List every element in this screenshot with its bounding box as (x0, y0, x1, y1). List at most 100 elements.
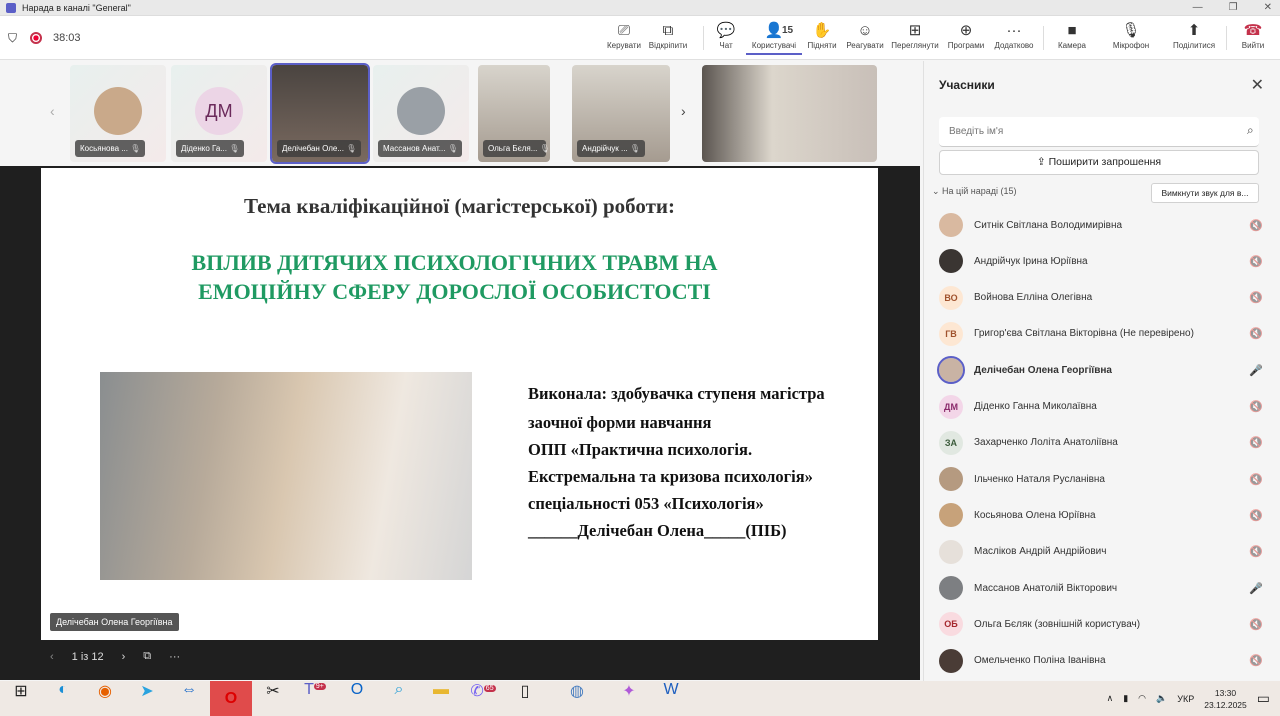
video-tile[interactable] (702, 65, 877, 162)
toolbar-share-button[interactable]: ⬆ Поділитися (1166, 21, 1222, 50)
participant-row[interactable]: Ільченко Наталя Русланівна 🔇 (939, 463, 1269, 495)
tiles-prev-button[interactable]: ‹ (50, 103, 55, 119)
share-invite-button[interactable]: ⇪ Поширити запрошення (939, 150, 1259, 175)
toolbar-label: Переглянути (891, 41, 939, 50)
participant-row[interactable]: Ситнік Світлана Володимирівна 🔇 (939, 209, 1269, 241)
viber-icon[interactable]: ✆ 65 (462, 681, 504, 716)
teams-logo-icon (6, 2, 16, 13)
video-tile[interactable]: Косьянова ... 🎙 (70, 65, 166, 162)
participant-name: Ситнік Світлана Володимирівна (974, 219, 1123, 231)
avatar: ЗА (939, 430, 963, 455)
close-window-button[interactable]: ✕ (1264, 2, 1272, 13)
teamviewer-icon[interactable]: ⇔ (168, 681, 210, 716)
tiles-next-button[interactable]: › (681, 103, 686, 119)
mic-off-icon: 🎙 (1121, 22, 1141, 39)
slide-grid-icon[interactable]: ⧉ (143, 650, 151, 663)
mic-off-icon: 🎙 (227, 144, 240, 153)
video-tile[interactable]: Массанов Анат... 🎙 (373, 65, 469, 162)
tile-name: Массанов Анат... (383, 144, 446, 153)
slide-info-line: Виконала: здобувачка ступеня магістра (528, 384, 825, 403)
windows-start-icon[interactable]: ⊞ (0, 681, 42, 716)
participant-row[interactable]: Омельченко Поліна Іванівна 🔇 (939, 645, 1269, 677)
prev-slide-button[interactable]: ‹ (50, 651, 54, 663)
participant-row[interactable]: Масліков Андрій Андрійович 🔇 (939, 536, 1269, 568)
toolbar-grid-button[interactable]: ⊞ Переглянути (887, 21, 943, 50)
video-tile[interactable]: Ольга Бєля... 🎙 (478, 65, 550, 162)
panel-title: Учасники (939, 78, 995, 92)
share-icon: ⇪ (1036, 156, 1049, 168)
slide-more-icon[interactable]: ··· (169, 651, 180, 663)
participant-row[interactable]: ДМ Діденко Ганна Миколаївна 🔇 (939, 391, 1269, 423)
mic-off-icon: 🎙 (445, 144, 458, 153)
slide-title: ВПЛИВ ДИТЯЧИХ ПСИХОЛОГІЧНИХ ТРАВМ НА ЕМОЦ… (41, 248, 878, 306)
toolbar-hang-up-button[interactable]: ☎ Вийти (1225, 21, 1280, 50)
copilot-icon[interactable]: ✦ (608, 681, 650, 716)
participant-row[interactable]: Делічебан Олена Георгіївна 🎤 (937, 354, 1269, 386)
section-header[interactable]: ⌄ На цій нараді (15) (932, 186, 1016, 197)
outlook-icon[interactable]: O (336, 681, 378, 716)
participant-row[interactable]: Андрійчук Ірина Юріївна 🔇 (939, 245, 1269, 277)
mic-off-icon: 🎙 (627, 144, 641, 153)
word-icon[interactable]: W (650, 681, 692, 716)
avatar: ОБ (939, 612, 963, 637)
toolbar-label: Додатково (994, 41, 1034, 50)
participant-row[interactable]: Косьянова Олена Юріївна 🔇 (939, 499, 1269, 531)
section-label: На цій нараді (15) (942, 186, 1017, 196)
toolbar-mic-off-button[interactable]: 🎙 Мікрофон (1103, 21, 1159, 50)
toolbar-camera-button[interactable]: ■ Камера (1044, 21, 1100, 50)
participant-name: Андрійчук Ірина Юріївна (974, 255, 1088, 267)
participant-name: Діденко Ганна Миколаївна (974, 401, 1097, 412)
avatar (939, 648, 963, 673)
slide-info-line: ОПП «Практична психологія. (528, 440, 753, 459)
clock[interactable]: 13:30 23.12.2025 (1204, 687, 1247, 711)
language-indicator[interactable]: УКР (1177, 694, 1194, 704)
participant-row[interactable]: ВО Войнова Елліна Олегівна 🔇 (939, 282, 1269, 314)
video-tile[interactable]: ДМ Діденко Га... 🎙 (171, 65, 267, 162)
toolbar-emoji-button[interactable]: ☺ Реагувати (837, 21, 893, 50)
volume-icon[interactable]: 🔈 (1156, 693, 1167, 704)
recording-icon (30, 32, 42, 44)
chevron-up-icon[interactable]: ∧ (1107, 693, 1114, 704)
firefox-icon[interactable]: ◉ (84, 681, 126, 716)
participant-row[interactable]: ГВ Григор'єва Світлана Вікторівна (Не пер… (939, 318, 1269, 350)
video-tile[interactable]: Делічебан Оле... 🎙 (270, 63, 370, 164)
more-icon: ··· (1006, 22, 1022, 39)
next-slide-button[interactable]: › (122, 651, 126, 663)
snipping-icon[interactable]: ✂ (252, 681, 294, 716)
file-icon[interactable]: ▯ (504, 681, 546, 716)
emoji-icon: ☺ (857, 22, 873, 39)
participant-row[interactable]: ЗА Захарченко Лоліта Анатоліївна 🔇 (939, 427, 1269, 459)
mute-all-button[interactable]: Вимкнути звук для в... (1151, 183, 1259, 203)
participant-search-input[interactable] (939, 117, 1259, 147)
maximize-button[interactable]: ❐ (1229, 2, 1238, 13)
mic-icon: 🎤 (1249, 582, 1263, 595)
wifi-icon[interactable]: ◠ (1138, 693, 1146, 704)
participant-row[interactable]: Массанов Анатолій Вікторович 🎤 (939, 572, 1269, 604)
mic-off-icon: 🔇 (1249, 655, 1263, 668)
tile-name: Ольга Бєля... (488, 144, 538, 153)
notifications-icon[interactable]: ▭ (1257, 690, 1270, 707)
hang-up-icon: ☎ (1243, 22, 1263, 39)
shield-icon[interactable]: ⛉ (8, 31, 17, 46)
file-explorer-icon[interactable]: ▬ (420, 681, 462, 716)
close-panel-button[interactable]: ✕ (1251, 75, 1264, 95)
video-tile[interactable]: Андрійчук ... 🎙 (572, 65, 670, 162)
telegram-icon[interactable]: ➤ (126, 681, 168, 716)
share-icon: ⬆ (1187, 22, 1201, 39)
edge-icon[interactable]: ◐ (42, 681, 84, 716)
search-app-icon[interactable]: ⌕ (378, 681, 420, 716)
toolbar-pop-out-button[interactable]: ⧉ Відкріпити (640, 21, 696, 50)
opera-icon[interactable]: O (210, 681, 252, 716)
battery-icon[interactable]: ▮ (1123, 693, 1128, 704)
avatar (939, 467, 963, 492)
slide-info-line: спеціальності 053 «Психологія» (528, 494, 764, 513)
invite-label: Поширити запрошення (1048, 156, 1162, 168)
globe-icon[interactable]: ◍ (556, 681, 598, 716)
tile-name-label: Массанов Анат... 🎙 (378, 140, 463, 157)
minimize-button[interactable]: — (1193, 2, 1203, 13)
avatar (94, 87, 142, 135)
tile-name-label: Делічебан Оле... 🎙 (277, 140, 362, 157)
teams-icon[interactable]: T 9+ (294, 681, 336, 716)
participant-row[interactable]: ОБ Ольга Бєляк (зовнішній користувач) 🔇 (939, 608, 1269, 640)
toolbar-more-button[interactable]: ··· Додатково (986, 21, 1042, 50)
